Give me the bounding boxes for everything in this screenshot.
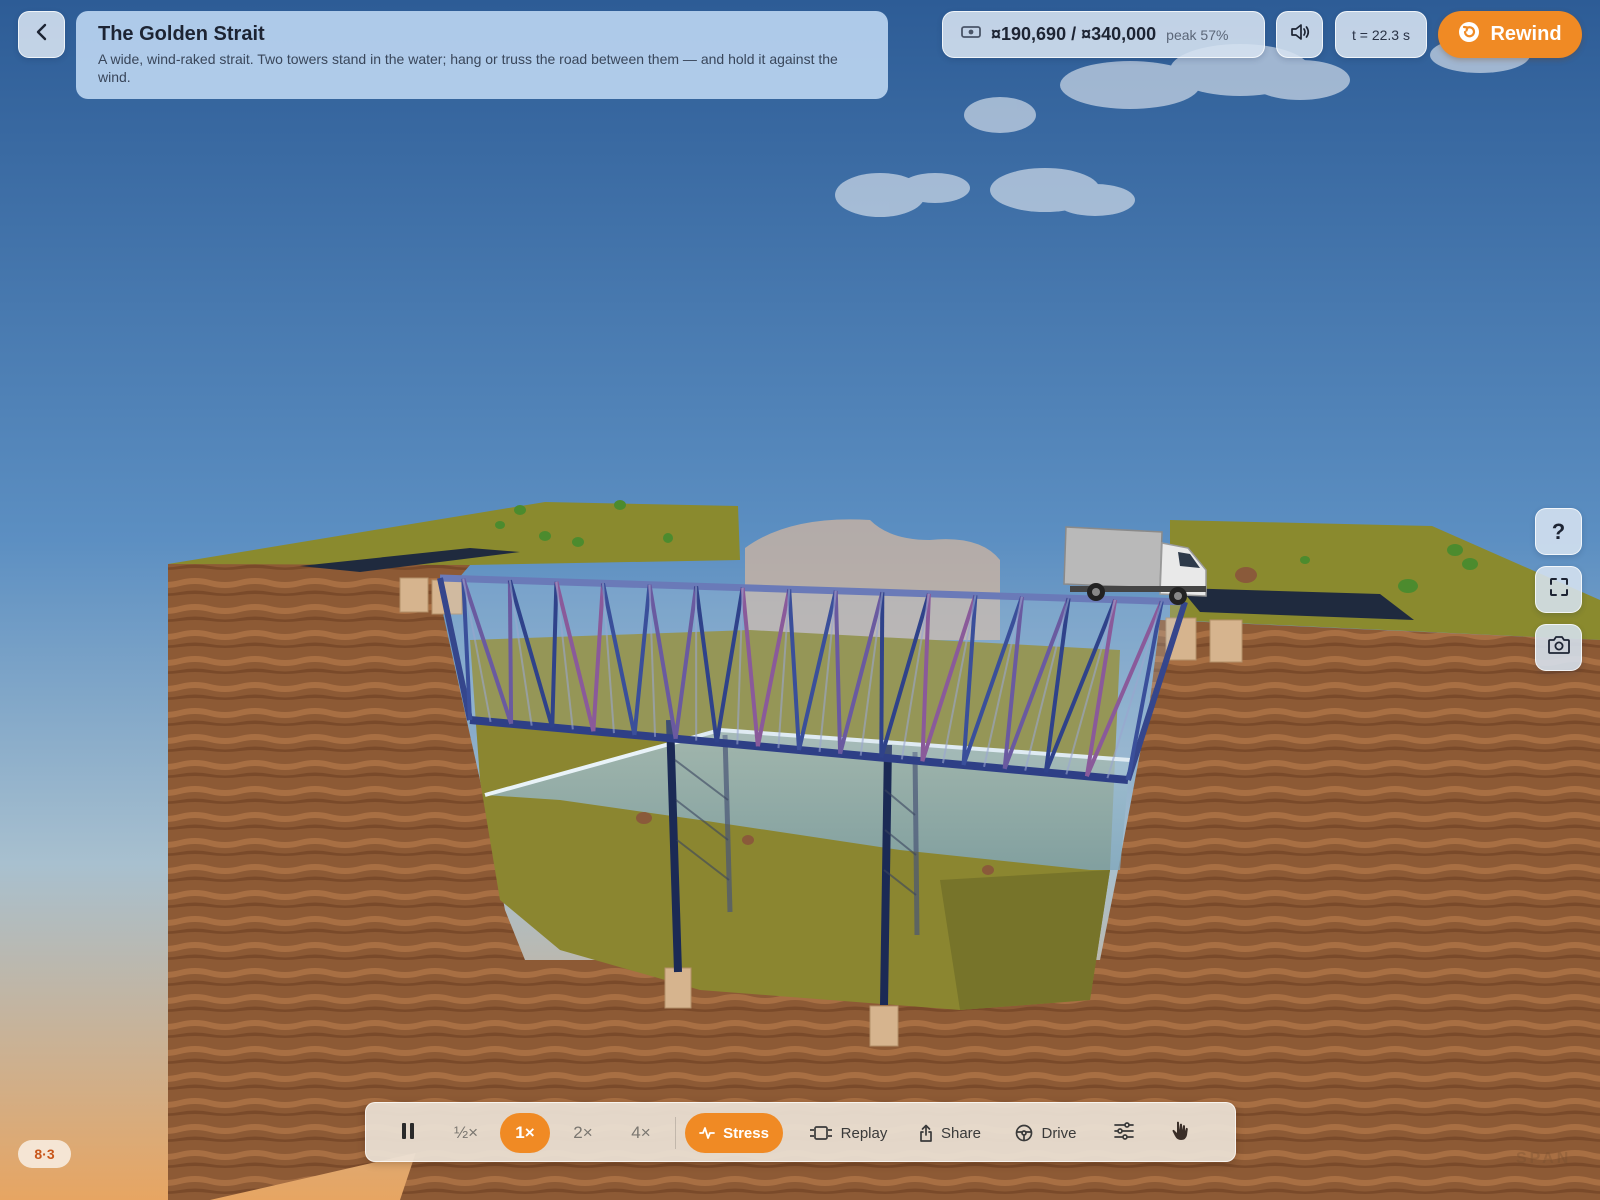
budget-indicator: ¤190,690 / ¤340,000 peak 57%	[942, 11, 1265, 58]
cash-icon	[961, 25, 981, 44]
film-icon	[809, 1125, 833, 1141]
settings-button[interactable]	[1102, 1113, 1146, 1153]
drive-button[interactable]: Drive	[1007, 1113, 1085, 1153]
truss-member	[879, 592, 885, 758]
truss-member	[507, 580, 514, 724]
pause-icon	[400, 1121, 416, 1145]
level-title: The Golden Strait	[98, 23, 265, 45]
help-label: ?	[1551, 518, 1566, 544]
level-description: A wide, wind-raked strait. Two towers st…	[98, 51, 838, 85]
camera-icon	[1547, 635, 1571, 661]
drive-label: Drive	[1041, 1124, 1077, 1142]
fullscreen-button[interactable]	[1535, 566, 1582, 613]
speed-1x-button[interactable]: 1×	[500, 1113, 550, 1153]
back-button[interactable]	[18, 11, 65, 58]
speaker-icon	[1289, 22, 1311, 47]
screenshot-button[interactable]	[1535, 624, 1582, 671]
chevron-left-icon	[32, 22, 52, 47]
toolbar-divider	[675, 1117, 676, 1149]
steering-wheel-icon	[1015, 1124, 1033, 1142]
share-label: Share	[940, 1124, 982, 1142]
replay-button[interactable]: Replay	[803, 1113, 893, 1153]
share-button[interactable]: Share	[911, 1113, 989, 1153]
sliders-icon	[1113, 1122, 1135, 1144]
hand-pointer-icon	[1170, 1120, 1190, 1146]
replay-label: Replay	[840, 1124, 888, 1142]
budget-amount: ¤190,690 / ¤340,000	[991, 24, 1157, 44]
pause-button[interactable]	[386, 1113, 430, 1153]
speed-2x-button[interactable]: 2×	[558, 1113, 608, 1153]
pan-tool-button[interactable]	[1158, 1113, 1202, 1153]
peak-stress: peak 57%	[1166, 26, 1229, 43]
help-button[interactable]: ?	[1535, 508, 1582, 555]
fullscreen-icon	[1548, 576, 1570, 604]
level-info-card: The Golden Strait A wide, wind-raked str…	[76, 11, 888, 99]
rewind-label: Rewind	[1490, 23, 1562, 45]
speed-half-button[interactable]: ½×	[441, 1113, 491, 1153]
sound-button[interactable]	[1276, 11, 1323, 58]
pulse-icon	[699, 1125, 715, 1141]
rewind-button[interactable]: Rewind	[1438, 11, 1582, 58]
rewind-icon	[1458, 21, 1480, 49]
speed-4x-button[interactable]: 4×	[616, 1113, 666, 1153]
stress-label: Stress	[723, 1124, 769, 1142]
sim-time: t = 22.3 s	[1335, 11, 1427, 58]
stress-toggle[interactable]: Stress	[685, 1113, 783, 1153]
app-watermark: SPAN	[1516, 1150, 1572, 1167]
playback-toolbar: ½× 1× 2× 4× Stress Replay Share Drive	[365, 1102, 1236, 1162]
bridge-scene[interactable]	[0, 0, 1600, 1200]
level-badge: 8·3	[18, 1140, 71, 1168]
share-icon	[919, 1124, 933, 1142]
